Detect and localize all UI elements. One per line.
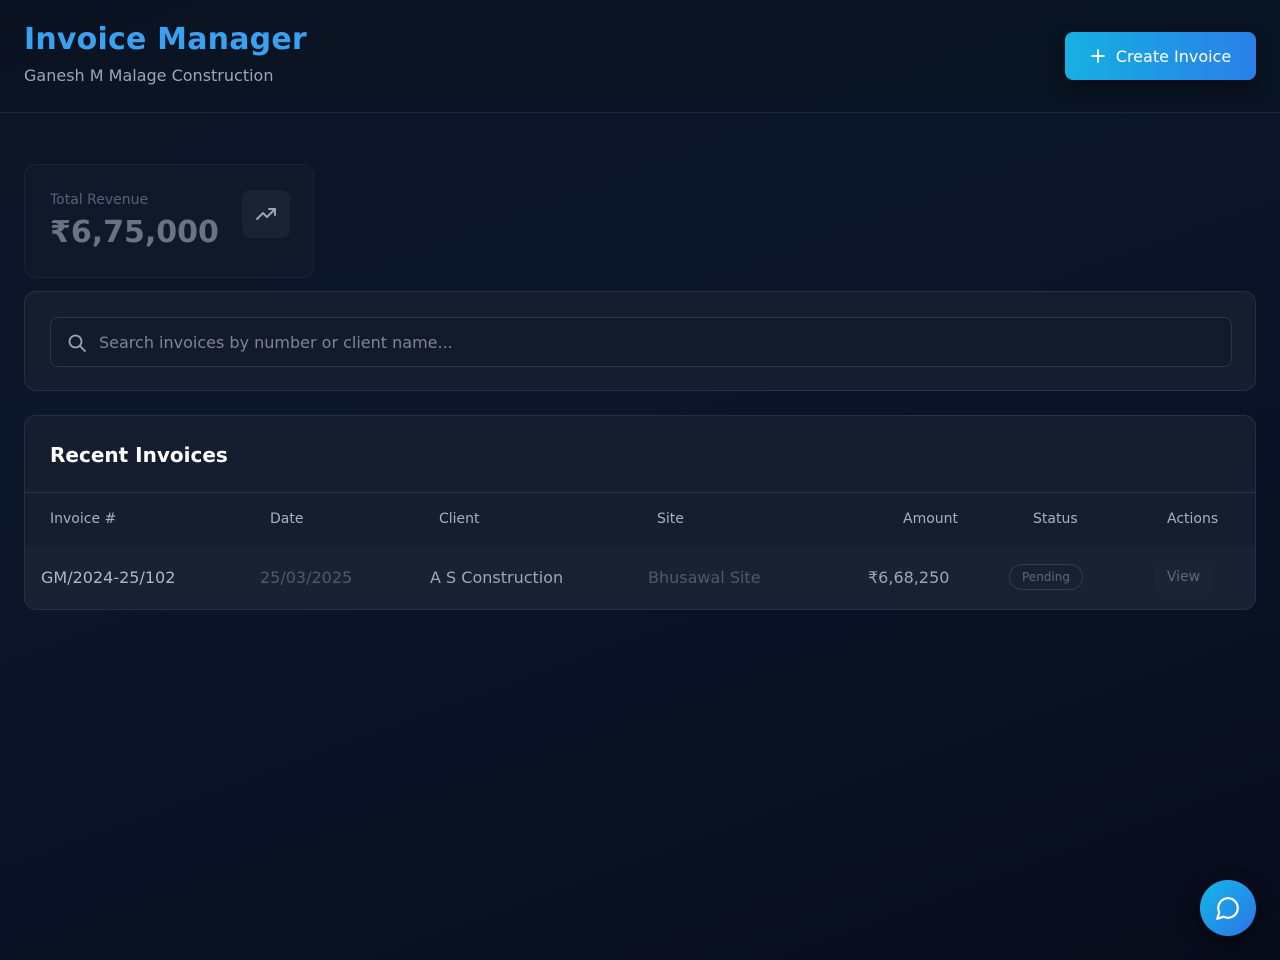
column-header-status[interactable]: Status: [1033, 511, 1078, 527]
total-revenue-card: Total Revenue ₹6,75,000: [24, 164, 314, 278]
column-header-amount[interactable]: Amount: [903, 511, 958, 527]
recent-invoices-title: Recent Invoices: [50, 443, 228, 467]
search-input[interactable]: [99, 318, 1219, 366]
create-invoice-label: Create Invoice: [1115, 46, 1232, 66]
trending-up-icon: [242, 190, 290, 238]
invoice-amount-cell: ₹6,68,250: [868, 568, 950, 587]
app-header: Invoice Manager Ganesh M Malage Construc…: [0, 0, 1280, 113]
search-icon: [68, 334, 86, 352]
table-divider: [25, 492, 1255, 493]
column-header-client[interactable]: Client: [439, 511, 480, 527]
invoice-number-cell: GM/2024-25/102: [41, 568, 176, 587]
chat-bubble-icon: [1216, 897, 1239, 920]
view-invoice-button[interactable]: View: [1155, 561, 1212, 593]
plus-icon: [1090, 49, 1105, 63]
create-invoice-button[interactable]: Create Invoice: [1065, 32, 1256, 80]
total-revenue-value: ₹6,75,000: [50, 215, 219, 250]
invoice-client-cell: A S Construction: [430, 568, 564, 587]
column-header-date[interactable]: Date: [270, 511, 303, 527]
invoice-date-cell: 25/03/2025: [260, 568, 353, 587]
company-subtitle: Ganesh M Malage Construction: [24, 66, 274, 85]
total-revenue-label: Total Revenue: [50, 192, 149, 208]
page-title: Invoice Manager: [24, 22, 307, 57]
column-header-actions: Actions: [1167, 511, 1219, 527]
chat-button[interactable]: [1200, 880, 1256, 936]
column-header-invoice[interactable]: Invoice #: [50, 511, 116, 527]
column-header-site[interactable]: Site: [657, 511, 684, 527]
status-badge: Pending: [1009, 564, 1083, 590]
invoice-site-cell: Bhusawal Site: [648, 568, 761, 587]
search-box: [50, 317, 1232, 367]
recent-invoices-card: Recent Invoices Invoice # Date Client Si…: [24, 415, 1256, 610]
search-card: [24, 291, 1256, 391]
